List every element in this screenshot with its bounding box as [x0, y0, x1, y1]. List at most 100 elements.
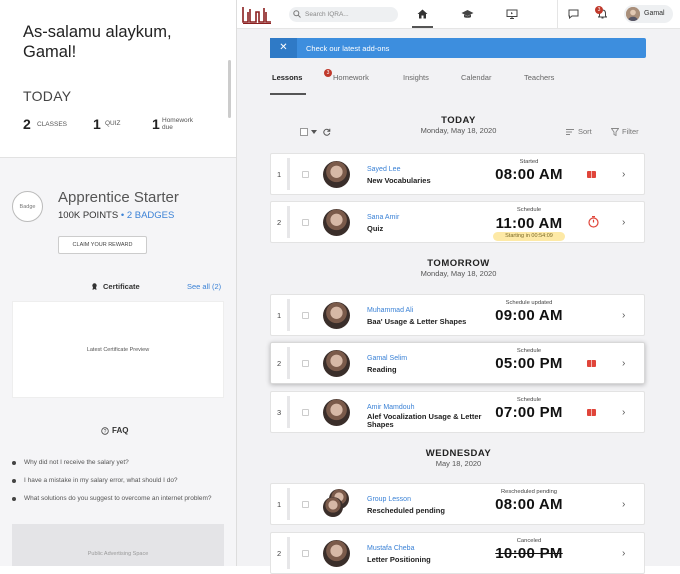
chevron-right-icon[interactable]: ›: [622, 358, 625, 369]
greeting: As-salamu alaykum, Gamal!: [23, 23, 172, 61]
iqra-logo[interactable]: [242, 5, 272, 25]
teacher-name[interactable]: Sayed Lee: [367, 166, 400, 173]
faq-item[interactable]: I have a mistake in my salary error, wha…: [12, 476, 222, 485]
lesson-card[interactable]: 1 Sayed Lee New Vocabularies Started 08:…: [270, 153, 645, 195]
teacher-name[interactable]: Sana Amir: [367, 214, 399, 221]
badges-link[interactable]: 2 BADGES: [127, 210, 175, 221]
graduation-cap-icon[interactable]: [461, 9, 474, 19]
avatar: [323, 161, 350, 188]
stat-label: CLASSES: [37, 121, 67, 128]
chevron-right-icon[interactable]: ›: [622, 310, 625, 321]
scrollbar-thumb[interactable]: [228, 60, 231, 118]
stat-quiz: 1 QUIZ: [93, 116, 121, 134]
day-date: Monday, May 18, 2020: [420, 269, 497, 278]
lesson-checkbox[interactable]: [302, 171, 309, 178]
badge-placeholder: Badge: [12, 191, 43, 222]
lesson-status: Canceled: [516, 538, 542, 544]
teacher-name[interactable]: Group Lesson: [367, 496, 411, 503]
certificate-title: Certificate: [103, 282, 140, 291]
chevron-right-icon[interactable]: ›: [622, 499, 625, 510]
teacher-name[interactable]: Muhammad Ali: [367, 307, 413, 314]
lesson-title: Baa' Usage & Letter Shapes: [367, 317, 467, 326]
lesson-number: 1: [277, 500, 282, 509]
certificate-preview[interactable]: Latest Certificate Preview: [12, 301, 224, 398]
lesson-card-bar: [287, 488, 290, 520]
tab-lessons[interactable]: Lessons: [272, 73, 302, 82]
lesson-card-bar: [287, 347, 290, 379]
active-tab-indicator: [270, 93, 306, 95]
tab-insights[interactable]: Insights: [403, 73, 429, 82]
avatar: [323, 497, 343, 517]
lesson-title: Quiz: [367, 224, 384, 233]
chevron-right-icon[interactable]: ›: [622, 407, 625, 418]
book-icon[interactable]: [587, 171, 596, 178]
tab-calendar[interactable]: Calendar: [461, 73, 491, 82]
user-name[interactable]: Gamal: [644, 10, 665, 17]
search-input[interactable]: Search IQRA...: [289, 7, 398, 22]
lesson-card[interactable]: 1 Muhammad Ali Baa' Usage & Letter Shape…: [270, 294, 645, 336]
stat-classes: 2 CLASSES: [23, 116, 67, 134]
chevron-right-icon[interactable]: ›: [622, 169, 625, 180]
lesson-number: 2: [277, 359, 282, 368]
lesson-number: 1: [277, 170, 282, 179]
lesson-card[interactable]: 1 Group Lesson Rescheduled pending Resch…: [270, 483, 645, 525]
lesson-card[interactable]: 3 Amir Mamdouh Alef Vocalization Usage &…: [270, 391, 645, 433]
search-icon: [293, 10, 301, 18]
home-icon[interactable]: [417, 9, 428, 19]
faq-item[interactable]: What solutions do you suggest to overcom…: [12, 494, 222, 503]
lesson-card[interactable]: 2 Gamal Selim Reading Schedule 05:00 PM …: [270, 342, 645, 384]
lesson-number: 3: [277, 408, 282, 417]
day-title: WEDNESDAY: [425, 448, 492, 459]
lesson-checkbox[interactable]: [302, 550, 309, 557]
lesson-status: Rescheduled pending: [500, 489, 558, 495]
banner-text[interactable]: Check our latest add-ons: [306, 44, 389, 53]
monitor-icon[interactable]: [506, 9, 518, 19]
chevron-right-icon[interactable]: ›: [622, 548, 625, 559]
today-label: TODAY: [23, 88, 72, 104]
lesson-time: 08:00 AM: [495, 166, 563, 183]
avatar[interactable]: [626, 7, 640, 21]
chat-icon[interactable]: [568, 9, 579, 19]
lesson-checkbox[interactable]: [302, 312, 309, 319]
ribbon-icon: [92, 283, 97, 290]
lesson-title: Letter Positioning: [367, 555, 431, 564]
day-header: TOMORROW Monday, May 18, 2020: [237, 258, 680, 278]
lesson-number: 1: [277, 311, 282, 320]
question-icon: ?: [101, 427, 109, 435]
lesson-card[interactable]: 2 Mustafa Cheba Letter Positioning Cance…: [270, 532, 645, 574]
see-all-link[interactable]: See all (2): [187, 282, 221, 291]
teacher-name[interactable]: Amir Mamdouh: [367, 404, 414, 411]
stopwatch-icon[interactable]: [588, 216, 599, 228]
banner-close-button[interactable]: ✕: [270, 38, 297, 58]
sidebar: As-salamu alaykum, Gamal! TODAY 2 CLASSE…: [0, 0, 237, 566]
svg-text:?: ?: [104, 429, 107, 435]
homework-badge: 3: [324, 69, 332, 77]
lesson-time: 11:00 AM: [495, 215, 563, 232]
day-date: Monday, May 18, 2020: [420, 126, 497, 135]
day-header: WEDNESDAY May 18, 2020: [237, 448, 680, 468]
lesson-status: Started: [519, 159, 539, 165]
book-icon[interactable]: [587, 409, 596, 416]
avatar: [323, 302, 350, 329]
lesson-checkbox[interactable]: [302, 360, 309, 367]
faq-item[interactable]: Why did not I receive the salary yet?: [12, 458, 222, 467]
book-icon[interactable]: [587, 360, 596, 367]
level-name: Apprentice Starter: [58, 189, 179, 206]
tab-homework[interactable]: Homework: [333, 73, 369, 82]
points-value: 100K POINTS: [58, 210, 119, 221]
stat-label: Homework due: [162, 117, 194, 131]
lesson-status: Schedule updated: [505, 300, 553, 306]
teacher-name[interactable]: Gamal Selim: [367, 355, 407, 362]
tab-teachers[interactable]: Teachers: [524, 73, 554, 82]
lesson-checkbox[interactable]: [302, 409, 309, 416]
stat-label: QUIZ: [105, 120, 121, 127]
lesson-checkbox[interactable]: [302, 219, 309, 226]
lesson-number: 2: [277, 218, 282, 227]
claim-reward-button[interactable]: CLAIM YOUR REWARD: [58, 236, 147, 254]
teacher-name[interactable]: Mustafa Cheba: [367, 545, 414, 552]
lesson-card[interactable]: 2 Sana Amir Quiz Schedule 11:00 AM Start…: [270, 201, 645, 243]
chevron-right-icon[interactable]: ›: [622, 217, 625, 228]
day-date: May 18, 2020: [435, 459, 482, 468]
advertising-space: Public Advertising Space: [12, 524, 224, 566]
lesson-checkbox[interactable]: [302, 501, 309, 508]
